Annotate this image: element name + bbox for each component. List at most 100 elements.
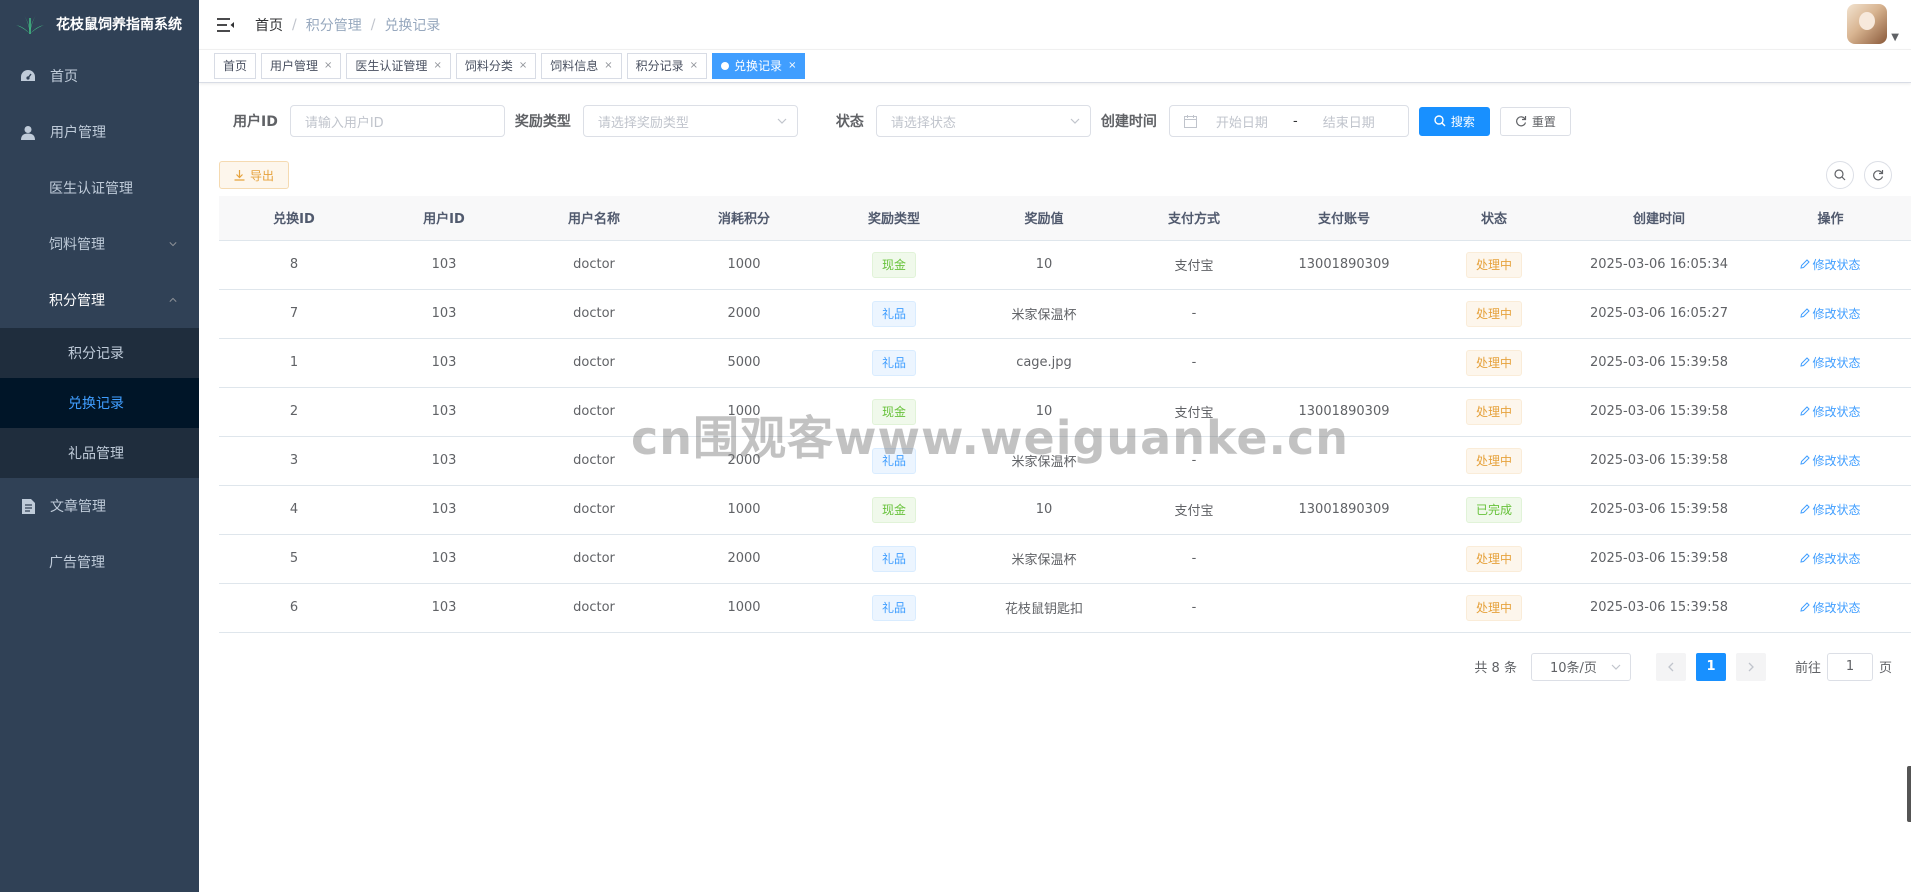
edit-status-label: 修改状态 xyxy=(1812,355,1861,370)
tag-points-records[interactable]: 积分记录 × xyxy=(626,53,708,79)
sidebar-item-gift-management[interactable]: 礼品管理 xyxy=(0,428,199,478)
tag-doctor-auth[interactable]: 医生认证管理 × xyxy=(346,53,451,79)
status-cell: 已完成 xyxy=(1419,485,1569,535)
edit-status-link[interactable]: 修改状态 xyxy=(1800,403,1861,420)
sidebar-item-label: 积分管理 xyxy=(49,293,105,309)
pagination: 共 8 条 10条/页 1 前往 1 页 xyxy=(219,652,1892,681)
status-badge: 处理中 xyxy=(1465,349,1522,376)
date-range-picker[interactable]: 开始日期 - 结束日期 xyxy=(1168,105,1409,137)
user-name-cell: doctor xyxy=(519,387,669,437)
user-id-input[interactable]: 请输入用户ID xyxy=(289,105,505,137)
page-number-button[interactable]: 1 xyxy=(1695,652,1726,681)
next-page-button[interactable] xyxy=(1735,652,1766,681)
column-header: 消耗积分 xyxy=(669,196,819,241)
search-button[interactable]: 搜索 xyxy=(1418,106,1490,136)
tag-exchange-records[interactable]: 兑换记录 × xyxy=(712,53,806,79)
edit-status-link[interactable]: 修改状态 xyxy=(1800,354,1861,371)
created-time-cell: 2025-03-06 16:05:34 xyxy=(1569,240,1749,290)
column-header: 创建时间 xyxy=(1569,196,1749,241)
breadcrumb-home[interactable]: 首页 xyxy=(255,15,283,35)
reward-type-cell: 礼品 xyxy=(819,338,969,388)
table-row: 7 103 doctor 2000 礼品 米家保温杯 - 处理中 2025-03-06 16:0… xyxy=(219,289,1911,339)
exchange-id-cell: 3 xyxy=(219,436,369,486)
reward-value-cell: 米家保温杯 xyxy=(969,289,1119,339)
sidebar-item-home[interactable]: 首页 xyxy=(0,48,199,104)
tag-feed-info[interactable]: 饲料信息 × xyxy=(541,53,622,79)
dashboard-icon xyxy=(20,68,36,84)
close-icon[interactable]: × xyxy=(519,54,527,78)
reward-type-placeholder: 请选择奖励类型 xyxy=(597,115,689,131)
edit-icon xyxy=(1800,504,1811,514)
table-row: 3 103 doctor 2000 礼品 米家保温杯 - 处理中 2025-03-06 15:3… xyxy=(219,436,1911,486)
menu-fold-icon[interactable] xyxy=(215,15,235,35)
user-name-cell: doctor xyxy=(519,240,669,290)
status-select[interactable]: 请选择状态 xyxy=(875,105,1091,137)
export-button[interactable]: 导出 xyxy=(219,161,290,189)
user-name-cell: doctor xyxy=(519,583,669,633)
reset-button[interactable]: 重置 xyxy=(1499,106,1571,136)
edit-status-link[interactable]: 修改状态 xyxy=(1800,501,1861,518)
sidebar-item-articles[interactable]: 文章管理 xyxy=(0,478,199,534)
sidebar-item-exchange-records[interactable]: 兑换记录 xyxy=(0,378,199,428)
sidebar-item-points[interactable]: 积分管理 xyxy=(0,272,199,328)
column-header: 用户名称 xyxy=(519,196,669,241)
sidebar-item-users[interactable]: 用户管理 xyxy=(0,104,199,160)
close-icon[interactable]: × xyxy=(690,54,698,78)
start-date-input[interactable]: 开始日期 xyxy=(1197,112,1287,131)
tag-users[interactable]: 用户管理 × xyxy=(261,53,342,79)
tag-home[interactable]: 首页 xyxy=(214,53,257,79)
pay-account-cell xyxy=(1269,289,1419,339)
refresh-icon xyxy=(1515,116,1526,127)
reward-type-tag: 现金 xyxy=(871,251,916,278)
column-header: 操作 xyxy=(1749,196,1911,241)
close-icon[interactable]: × xyxy=(604,54,612,78)
chevron-up-icon xyxy=(169,297,177,302)
action-cell: 修改状态 xyxy=(1749,387,1911,437)
goto-page-input[interactable]: 1 xyxy=(1826,652,1873,681)
sidebar-item-doctor-auth[interactable]: 医生认证管理 xyxy=(0,160,199,216)
main-area: 首页 / 积分管理 / 兑换记录 ▼ 首页 用户管理 × 医生认证管理 × 饲料分类… xyxy=(199,0,1911,892)
close-icon[interactable]: × xyxy=(433,54,441,78)
table-row: 2 103 doctor 1000 现金 10 支付宝 13001890309 处理中 2025-… xyxy=(219,387,1911,437)
tags-view: 首页 用户管理 × 医生认证管理 × 饲料分类 × 饲料信息 × 积分记录 × 兑换记录 × xyxy=(199,50,1911,83)
pay-method-cell: - xyxy=(1119,534,1269,584)
status-badge: 处理中 xyxy=(1465,447,1522,474)
toggle-search-button[interactable] xyxy=(1826,161,1854,189)
breadcrumb-separator: / xyxy=(292,16,297,33)
tag-label: 医生认证管理 xyxy=(355,59,428,73)
table-row: 1 103 doctor 5000 礼品 cage.jpg - 处理中 2025-03-06 1… xyxy=(219,338,1911,388)
page-size-select[interactable]: 10条/页 xyxy=(1530,652,1631,681)
sidebar-item-points-records[interactable]: 积分记录 xyxy=(0,328,199,378)
column-header: 支付账号 xyxy=(1269,196,1419,241)
sidebar-item-label: 首页 xyxy=(50,69,78,85)
close-icon[interactable]: × xyxy=(788,54,796,78)
refresh-button[interactable] xyxy=(1864,161,1892,189)
pay-account-cell xyxy=(1269,534,1419,584)
edit-status-link[interactable]: 修改状态 xyxy=(1800,452,1861,469)
exchange-id-cell: 6 xyxy=(219,583,369,633)
user-name-cell: doctor xyxy=(519,289,669,339)
status-badge: 处理中 xyxy=(1465,398,1522,425)
page-jumper: 前往 1 页 xyxy=(1795,652,1892,681)
calendar-icon xyxy=(1183,114,1197,128)
points-cell: 2000 xyxy=(669,534,819,584)
reward-type-select[interactable]: 请选择奖励类型 xyxy=(582,105,798,137)
reward-type-tag: 现金 xyxy=(871,398,916,425)
sidebar-item-feed[interactable]: 饲料管理 xyxy=(0,216,199,272)
tag-feed-category[interactable]: 饲料分类 × xyxy=(455,53,537,79)
table-header-row: 兑换ID 用户ID 用户名称 消耗积分 奖励类型 奖励值 支付方式 支付账号 状… xyxy=(219,196,1911,241)
edit-status-link[interactable]: 修改状态 xyxy=(1800,256,1861,273)
sidebar-item-ads[interactable]: 广告管理 xyxy=(0,534,199,590)
edit-status-link[interactable]: 修改状态 xyxy=(1800,305,1861,322)
reward-type-cell: 礼品 xyxy=(819,436,969,486)
prev-page-button[interactable] xyxy=(1655,652,1686,681)
pay-method-cell: 支付宝 xyxy=(1119,485,1269,535)
end-date-input[interactable]: 结束日期 xyxy=(1304,112,1394,131)
edit-status-link[interactable]: 修改状态 xyxy=(1800,599,1861,616)
reward-value-cell: 10 xyxy=(969,387,1119,437)
user-avatar-dropdown[interactable]: ▼ xyxy=(1847,4,1899,44)
close-icon[interactable]: × xyxy=(324,54,332,78)
avatar[interactable] xyxy=(1847,4,1888,44)
chevron-down-icon xyxy=(777,118,787,124)
edit-status-link[interactable]: 修改状态 xyxy=(1800,550,1861,567)
